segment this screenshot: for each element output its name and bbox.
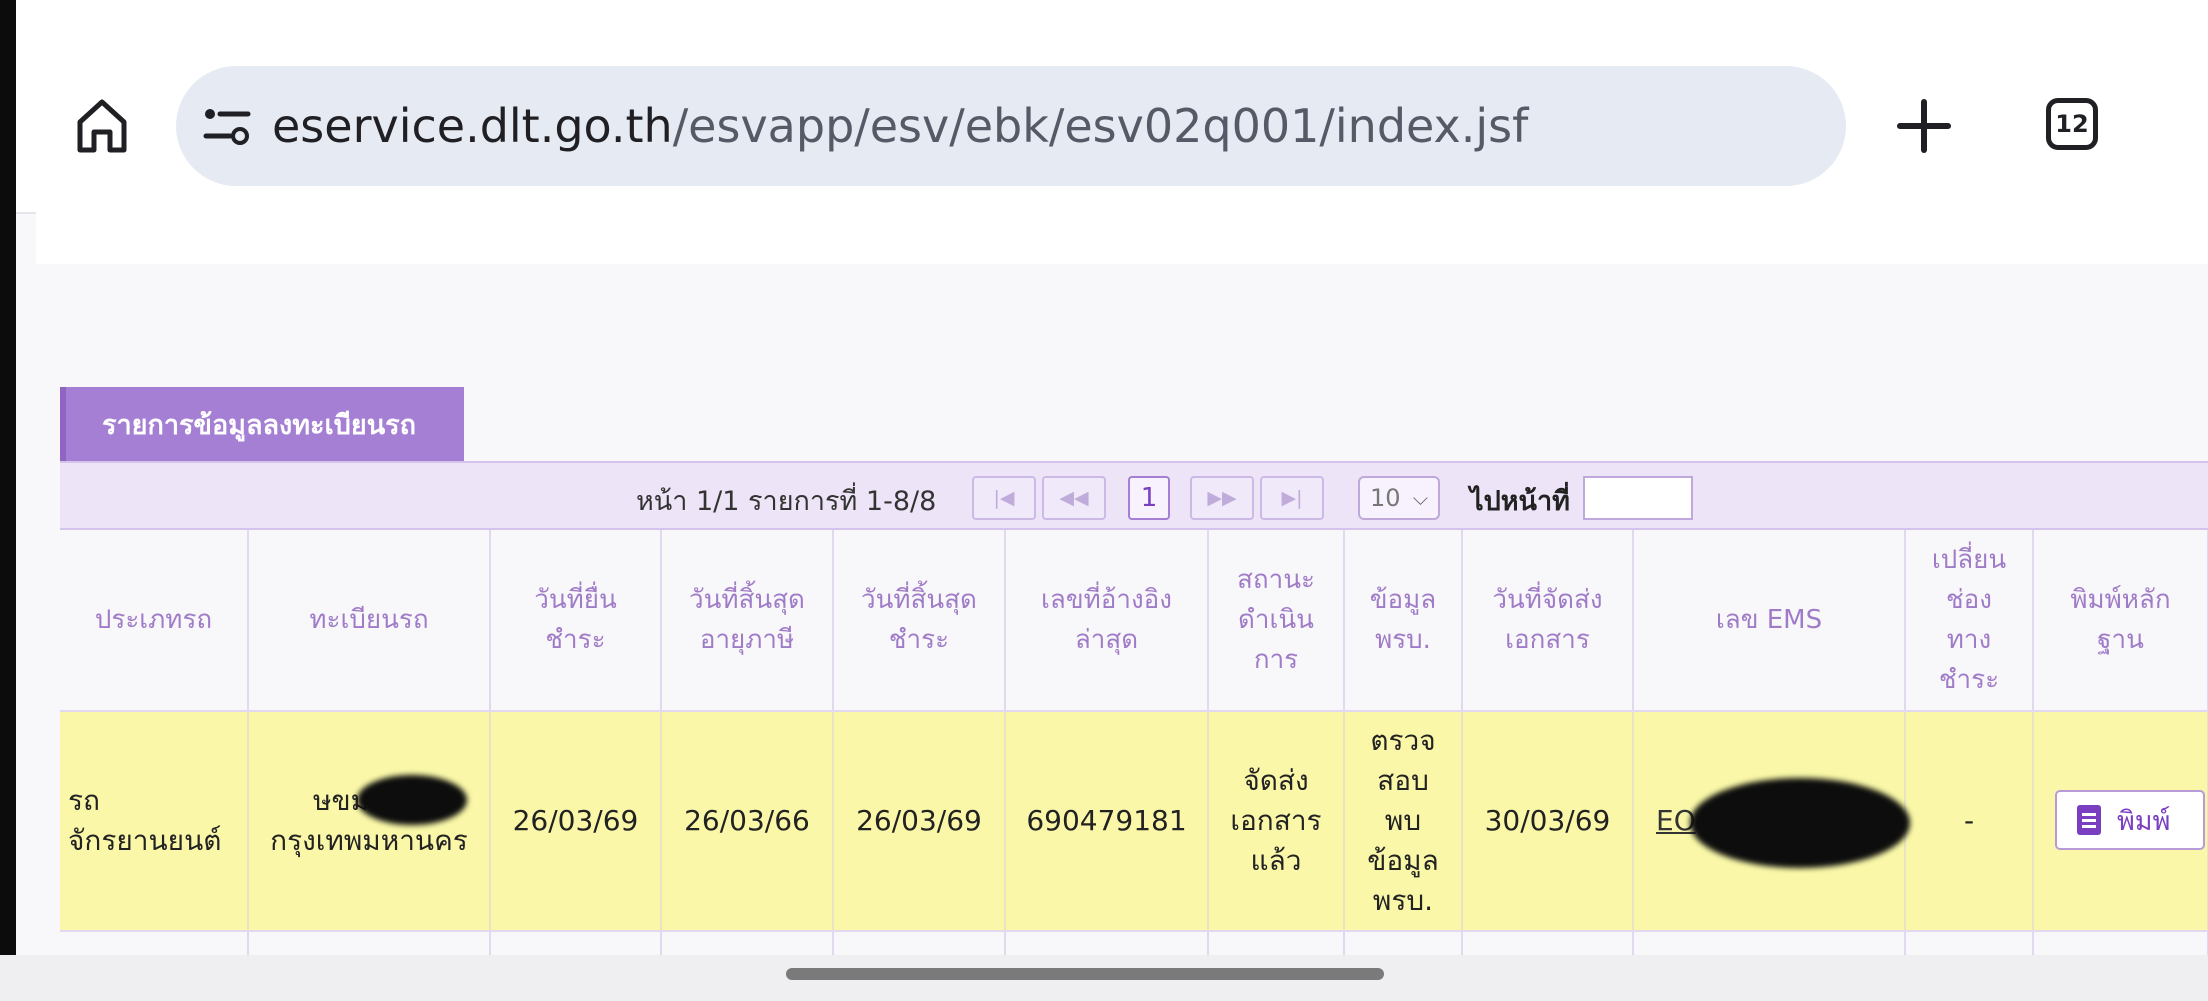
column-header-line: วันที่สิ้นสุด — [689, 585, 805, 615]
column-header-line: ทะเบียนรถ — [309, 605, 429, 635]
site-settings-icon[interactable] — [202, 104, 252, 148]
column-header-line: ชำระ — [545, 625, 606, 655]
cell-reference: 690479181 — [1005, 711, 1209, 932]
column-header-line: พรบ. — [1375, 625, 1431, 655]
cell-payment-due: 26/03/69 — [833, 711, 1006, 932]
cell-plate: ษขม กรุงเทพมหานคร — [248, 711, 491, 932]
column-header: เลข EMS — [1633, 530, 1906, 712]
cell-tax-expiry: 26/03/66 — [661, 711, 834, 932]
status-line3: แล้ว — [1250, 844, 1302, 877]
column-header-line: การ — [1253, 645, 1299, 675]
page-header-strip — [36, 212, 2208, 264]
left-edge-strip — [0, 0, 16, 1001]
goto-page-label: ไปหน้าที่ — [1470, 486, 1570, 517]
home-gesture-handle[interactable] — [786, 968, 1384, 980]
column-header-line: วันที่ยื่น — [534, 585, 617, 615]
column-header: วันที่จัดส่งเอกสาร — [1462, 530, 1634, 712]
cell-change-payment: - — [1905, 711, 2034, 932]
column-header-line: ประเภทรถ — [94, 605, 213, 635]
table-header-row: ประเภทรถ ทะเบียนรถ วันที่ยื่น ชำระ วันที่สิ้… — [60, 530, 2208, 712]
column-header: ประเภทรถ — [60, 530, 249, 712]
last-page-button[interactable]: ▶| — [1260, 476, 1324, 520]
page-size-select[interactable]: 10 ⌵ — [1358, 476, 1440, 520]
url-text: eservice.dlt.go.th/esvapp/esv/ebk/esv02q… — [272, 96, 1528, 156]
column-header-line: ชำระ — [1938, 665, 2000, 695]
first-page-button[interactable]: |◀ — [972, 476, 1036, 520]
previous-page-button[interactable]: ◀◀ — [1042, 476, 1106, 520]
column-header-line: ดำเนิน — [1238, 605, 1314, 635]
first-page-icon: |◀ — [993, 487, 1015, 509]
next-page-icon: ▶▶ — [1207, 487, 1237, 509]
column-header-line: เอกสาร — [1505, 625, 1590, 655]
insurance-line1: ตรวจ — [1370, 724, 1436, 757]
last-page-icon: ▶| — [1281, 487, 1303, 509]
next-page-button[interactable]: ▶▶ — [1190, 476, 1254, 520]
column-header-line: ล่าสุด — [1074, 625, 1139, 655]
column-header: พิมพ์หลักฐาน — [2033, 530, 2208, 712]
address-bar[interactable]: eservice.dlt.go.th/esvapp/esv/ebk/esv02q… — [176, 66, 1846, 186]
column-header: วันที่สิ้นสุดชำระ — [833, 530, 1006, 712]
column-header-line: วันที่จัดส่ง — [1492, 585, 1603, 615]
insurance-line5: พรบ. — [1372, 884, 1434, 917]
previous-page-icon: ◀◀ — [1059, 487, 1089, 509]
pagination-info: หน้า 1/1 รายการที่ 1-8/8 — [636, 486, 937, 517]
column-header-line: สถานะ — [1237, 565, 1315, 595]
column-header-line: อายุภาษี — [699, 625, 795, 655]
column-header-line: เปลี่ยน — [1931, 545, 2007, 575]
redaction-mark — [357, 775, 467, 825]
column-header: ข้อมูลพรบ. — [1344, 530, 1463, 712]
new-tab-icon[interactable] — [1896, 98, 1952, 154]
pagination-bar: หน้า 1/1 รายการที่ 1-8/8 |◀ ◀◀ 1 ▶▶ ▶| 1… — [60, 461, 2208, 530]
column-header-line: ชำระ — [888, 625, 950, 655]
print-icon — [2077, 805, 2101, 835]
column-header: ทะเบียนรถ — [248, 530, 491, 712]
column-header: วันที่ยื่นชำระ — [490, 530, 662, 712]
vehicle-registration-table: ประเภทรถ ทะเบียนรถ วันที่ยื่น ชำระ วันที่สิ้… — [60, 530, 2208, 964]
column-header-line: ทาง — [1946, 625, 1992, 655]
column-header-line: ข้อมูล — [1369, 585, 1437, 615]
column-header-line: ฐาน — [2097, 625, 2144, 655]
column-header-line: เลขที่อ้างอิง — [1041, 585, 1172, 615]
url-domain: eservice.dlt.go.th — [272, 99, 673, 153]
column-header: สถานะดำเนินการ — [1208, 530, 1345, 712]
plate-province: กรุงเทพมหานคร — [270, 824, 468, 857]
column-header-line: ช่อง — [1946, 585, 1992, 615]
cell-submit-date: 26/03/69 — [490, 711, 662, 932]
print-label: พิมพ์ — [2117, 805, 2171, 837]
section-title-tab: รายการข้อมูลลงทะเบียนรถ — [60, 387, 464, 462]
page-number-button[interactable]: 1 — [1128, 476, 1170, 520]
print-button[interactable]: พิมพ์ — [2055, 790, 2205, 850]
vehicle-type-line1: รถ — [68, 784, 100, 817]
status-line2: เอกสาร — [1230, 804, 1322, 837]
chevron-down-icon: ⌵ — [1412, 486, 1428, 510]
redaction-mark — [1690, 778, 1910, 868]
browser-toolbar: eservice.dlt.go.th/esvapp/esv/ebk/esv02q… — [16, 0, 2208, 214]
cell-insurance: ตรวจ สอบ พบ ข้อมูล พรบ. — [1344, 711, 1463, 932]
column-header: เลขที่อ้างอิงล่าสุด — [1005, 530, 1209, 712]
status-line1: จัดส่ง — [1243, 764, 1309, 797]
insurance-line4: ข้อมูล — [1367, 844, 1439, 877]
section-title: รายการข้อมูลลงทะเบียนรถ — [102, 410, 417, 441]
cell-delivery-date: 30/03/69 — [1462, 711, 1634, 932]
url-path: /esvapp/esv/ebk/esv02q001/index.jsf — [672, 99, 1529, 153]
column-header-line: เลข EMS — [1715, 605, 1823, 635]
column-header: เปลี่ยนช่องทางชำระ — [1905, 530, 2034, 712]
insurance-line2: สอบ — [1377, 764, 1429, 797]
column-header-line: วันที่สิ้นสุด — [861, 585, 977, 615]
cell-vehicle-type: รถ จักรยานยนต์ — [60, 711, 249, 932]
insurance-line3: พบ — [1384, 804, 1422, 837]
column-header: วันที่สิ้นสุดอายุภาษี — [661, 530, 834, 712]
column-header-line: พิมพ์หลัก — [2070, 585, 2171, 615]
goto-page-input[interactable] — [1583, 476, 1693, 520]
vehicle-type-line2: จักรยานยนต์ — [68, 824, 222, 857]
cell-status: จัดส่ง เอกสาร แล้ว — [1208, 711, 1345, 932]
page-size-value: 10 — [1370, 484, 1401, 512]
home-icon[interactable] — [74, 96, 130, 156]
tab-switcher-button[interactable]: 12 — [2046, 98, 2098, 150]
